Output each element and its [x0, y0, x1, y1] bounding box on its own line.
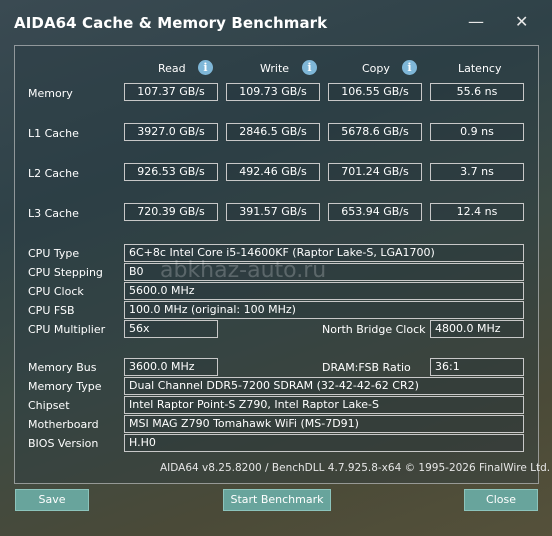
- l2-copy-value: 701.24 GB/s: [328, 163, 422, 181]
- cpu-multiplier-label: CPU Multiplier: [28, 323, 106, 336]
- read-info-icon[interactable]: i: [198, 60, 213, 75]
- memory-latency-value: 55.6 ns: [430, 83, 524, 101]
- memory-copy-value: 106.55 GB/s: [328, 83, 422, 101]
- l1-write-value: 2846.5 GB/s: [226, 123, 320, 141]
- bios-version-value: H.H0: [124, 434, 524, 452]
- cpu-multiplier-value: 56x: [124, 320, 218, 338]
- l3-latency-value: 12.4 ns: [430, 203, 524, 221]
- memory-write-value: 109.73 GB/s: [226, 83, 320, 101]
- close-button[interactable]: Close: [464, 489, 538, 511]
- watermark-text: abkhaz-auto.ru: [160, 258, 327, 283]
- copy-info-icon[interactable]: i: [402, 60, 417, 75]
- copy-header: Copy: [362, 62, 390, 75]
- l2-write-value: 492.46 GB/s: [226, 163, 320, 181]
- cpu-fsb-value: 100.0 MHz (original: 100 MHz): [124, 301, 524, 319]
- start-benchmark-button[interactable]: Start Benchmark: [223, 489, 331, 511]
- chipset-label: Chipset: [28, 399, 70, 412]
- dram-fsb-ratio-label: DRAM:FSB Ratio: [322, 361, 411, 374]
- write-info-icon[interactable]: i: [302, 60, 317, 75]
- write-header: Write: [260, 62, 290, 75]
- memory-bus-value: 3600.0 MHz: [124, 358, 218, 376]
- memory-bus-label: Memory Bus: [28, 361, 97, 374]
- north-bridge-clock-value: 4800.0 MHz: [430, 320, 524, 338]
- l1-row-label: L1 Cache: [28, 127, 79, 140]
- memory-type-value: Dual Channel DDR5-7200 SDRAM (32-42-42-6…: [124, 377, 524, 395]
- motherboard-label: Motherboard: [28, 418, 99, 431]
- l3-write-value: 391.57 GB/s: [226, 203, 320, 221]
- chipset-value: Intel Raptor Point-S Z790, Intel Raptor …: [124, 396, 524, 414]
- cpu-clock-value: 5600.0 MHz: [124, 282, 524, 300]
- l1-latency-value: 0.9 ns: [430, 123, 524, 141]
- memory-read-value: 107.37 GB/s: [124, 83, 218, 101]
- memory-row-label: Memory: [28, 87, 73, 100]
- cpu-type-label: CPU Type: [28, 247, 80, 260]
- dram-fsb-ratio-value: 36:1: [430, 358, 524, 376]
- l3-read-value: 720.39 GB/s: [124, 203, 218, 221]
- cpu-fsb-label: CPU FSB: [28, 304, 75, 317]
- l2-read-value: 926.53 GB/s: [124, 163, 218, 181]
- l1-read-value: 3927.0 GB/s: [124, 123, 218, 141]
- minimize-button[interactable]: —: [468, 12, 484, 32]
- latency-header: Latency: [458, 62, 502, 75]
- l1-copy-value: 5678.6 GB/s: [328, 123, 422, 141]
- north-bridge-clock-label: North Bridge Clock: [322, 323, 426, 336]
- window-title: AIDA64 Cache & Memory Benchmark: [14, 14, 328, 32]
- l2-row-label: L2 Cache: [28, 167, 79, 180]
- close-window-button[interactable]: ✕: [515, 12, 528, 32]
- read-header: Read: [158, 62, 186, 75]
- version-footer: AIDA64 v8.25.8200 / BenchDLL 4.7.925.8-x…: [160, 462, 551, 474]
- l3-copy-value: 653.94 GB/s: [328, 203, 422, 221]
- bios-version-label: BIOS Version: [28, 437, 99, 450]
- save-button[interactable]: Save: [15, 489, 89, 511]
- memory-type-label: Memory Type: [28, 380, 102, 393]
- l2-latency-value: 3.7 ns: [430, 163, 524, 181]
- motherboard-value: MSI MAG Z790 Tomahawk WiFi (MS-7D91): [124, 415, 524, 433]
- l3-row-label: L3 Cache: [28, 207, 79, 220]
- cpu-stepping-label: CPU Stepping: [28, 266, 103, 279]
- cpu-clock-label: CPU Clock: [28, 285, 84, 298]
